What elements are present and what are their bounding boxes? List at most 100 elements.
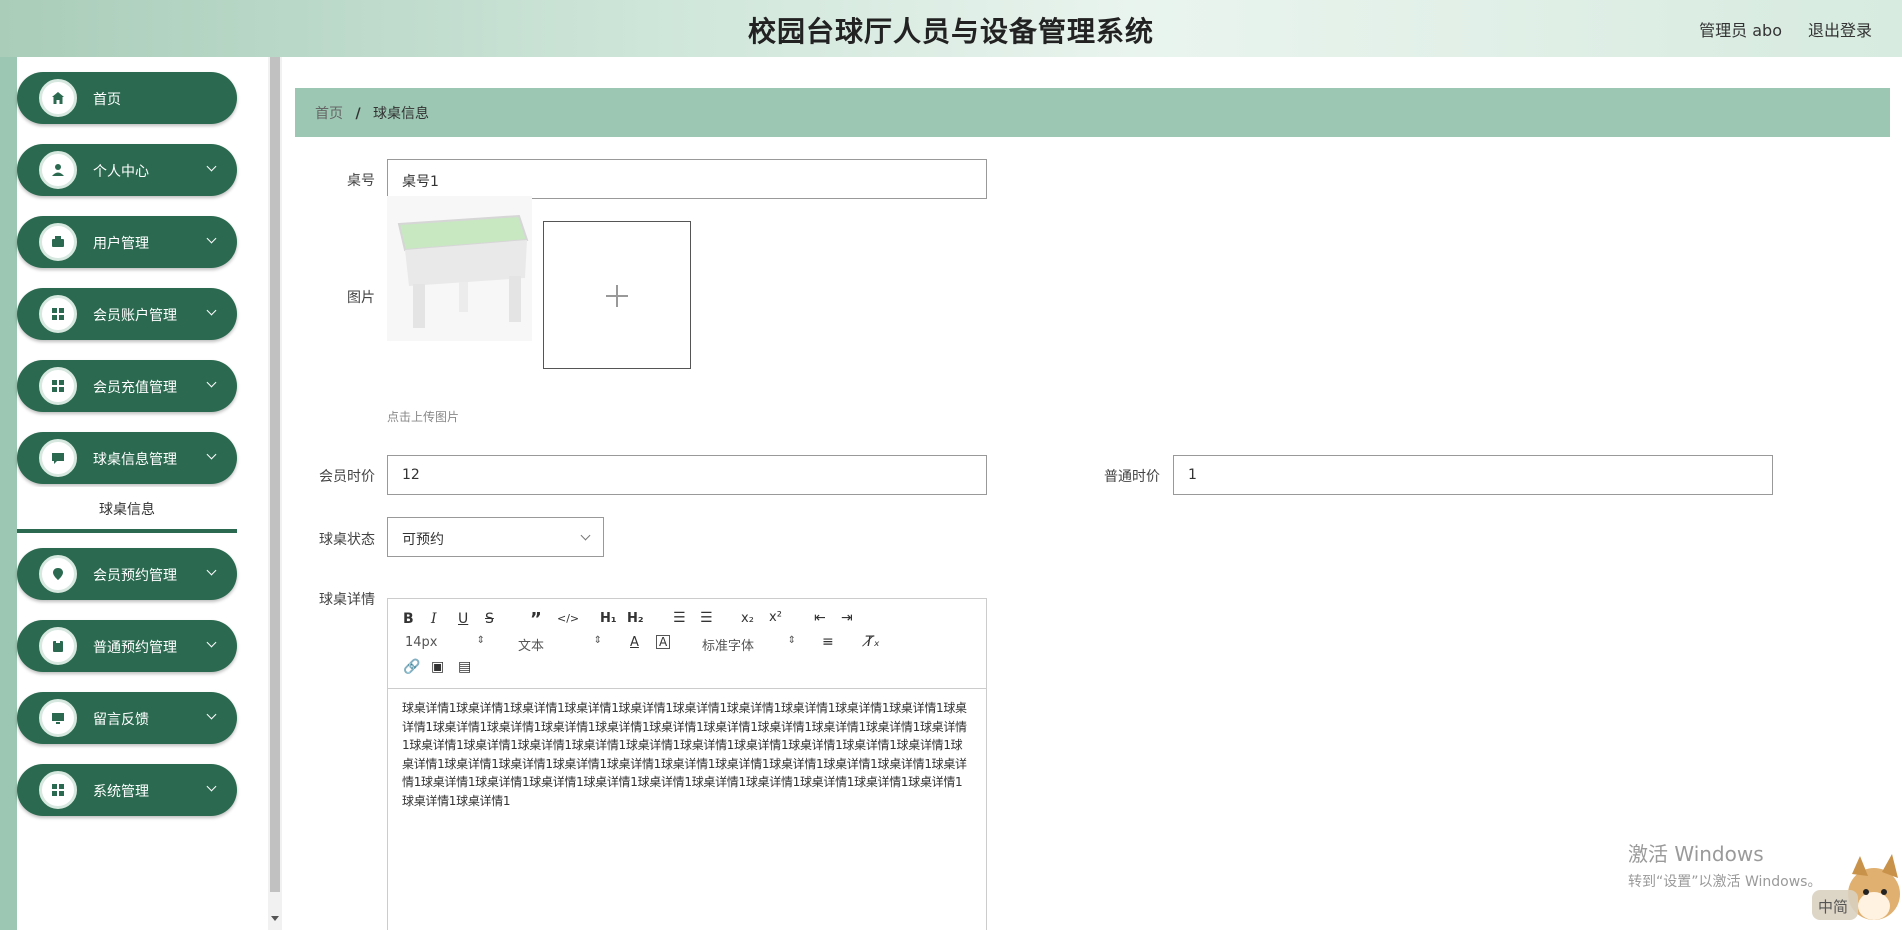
windows-activation-watermark: 激活 Windows 转到“设置”以激活 Windows。: [1628, 838, 1821, 891]
code-icon[interactable]: </>: [557, 612, 579, 625]
table-no-field[interactable]: 桌号1: [387, 159, 987, 199]
up-down-icon: ⇕: [787, 635, 796, 646]
chevron-down-icon: [206, 781, 217, 792]
sidebar-item-feedback[interactable]: 留言反馈: [17, 692, 237, 744]
status-select[interactable]: 可预约: [387, 517, 604, 557]
scrollbar-thumb[interactable]: [270, 57, 280, 892]
sidebar-item-system[interactable]: 系统管理: [17, 764, 237, 816]
detail-label: 球桌详情: [319, 592, 375, 608]
breadcrumb-current: 球桌信息: [373, 106, 430, 122]
strike-icon[interactable]: S: [485, 611, 494, 627]
grid-icon: [39, 367, 77, 405]
monitor-icon: [39, 699, 77, 737]
font-color-icon[interactable]: A: [630, 635, 639, 650]
chevron-down-icon: [206, 709, 217, 720]
format-select[interactable]: 文本 ⇕: [518, 635, 602, 654]
chevron-down-icon: [206, 305, 217, 316]
indent-icon[interactable]: ⇥: [841, 610, 853, 626]
admin-name: 管理员 abo: [1699, 21, 1782, 40]
sidebar-item-label: 系统管理: [93, 784, 149, 800]
upload-hint: 点击上传图片: [387, 410, 460, 424]
up-down-icon: ⇕: [476, 635, 485, 646]
dog-icon: [1812, 854, 1900, 920]
chevron-down-icon: [206, 565, 217, 576]
wallet-icon: [39, 223, 77, 261]
subscript-icon[interactable]: x₂: [741, 611, 754, 626]
image-upload-button[interactable]: [543, 221, 691, 369]
sidebar-item-label: 球桌信息管理: [93, 452, 177, 468]
sidebar-item-users[interactable]: 用户管理: [17, 216, 237, 268]
normal-price-label: 普通时价: [1104, 469, 1160, 485]
clear-format-icon[interactable]: T̸ₓ: [865, 634, 880, 650]
table-no-label: 桌号: [347, 173, 375, 189]
sidebar: 首页 个人中心 用户管理 会员账户管理 会员充值管理 球桌信息管理 球桌信息 会…: [17, 57, 239, 930]
sidebar-item-label: 个人中心: [93, 164, 149, 180]
font-size-select[interactable]: 14px ⇕: [405, 635, 485, 650]
blockquote-icon[interactable]: ”: [530, 609, 542, 630]
chevron-down-icon: [206, 377, 217, 388]
font-family-select[interactable]: 标准字体 ⇕: [702, 635, 796, 654]
mouse-pointer-icon: [1311, 624, 1325, 640]
breadcrumb-home[interactable]: 首页: [315, 106, 343, 122]
outdent-icon[interactable]: ⇤: [814, 610, 826, 626]
heading2-icon[interactable]: H₂: [627, 611, 644, 626]
italic-icon[interactable]: I: [431, 611, 437, 627]
message-icon: [39, 439, 77, 477]
rich-text-editor[interactable]: B I U S ” </> H₁ H₂ ☰ ☰ x₂ x² ⇤ ⇥ 14px ⇕…: [387, 598, 987, 930]
editor-content[interactable]: 球桌详情1球桌详情1球桌详情1球桌详情1球桌详情1球桌详情1球桌详情1球桌详情1…: [402, 699, 972, 810]
sidebar-item-label: 普通预约管理: [93, 640, 177, 656]
sidebar-item-label: 首页: [93, 92, 121, 108]
ime-dog-mascot[interactable]: 中简: [1812, 854, 1902, 930]
heading1-icon[interactable]: H₁: [600, 611, 617, 626]
ordered-list-icon[interactable]: ☰: [673, 610, 686, 626]
chevron-down-icon: [580, 530, 591, 541]
normal-price-field[interactable]: 1: [1173, 455, 1773, 495]
breadcrumb: 首页 / 球桌信息: [295, 88, 1890, 137]
logout-link[interactable]: 退出登录: [1808, 17, 1872, 41]
ime-label: 中简: [1818, 898, 1849, 916]
video-icon[interactable]: ▤: [458, 659, 471, 675]
sidebar-item-label: 会员充值管理: [93, 380, 177, 396]
sidebar-item-member-accounts[interactable]: 会员账户管理: [17, 288, 237, 340]
member-price-label: 会员时价: [319, 469, 375, 485]
font-size-value: 14px: [405, 635, 438, 650]
sidebar-item-profile[interactable]: 个人中心: [17, 144, 237, 196]
align-left-icon[interactable]: ≡: [822, 634, 834, 650]
image-icon[interactable]: ▣: [431, 659, 444, 675]
image-label: 图片: [347, 290, 375, 306]
member-price-field[interactable]: 12: [387, 455, 987, 495]
sidebar-item-label: 会员预约管理: [93, 568, 177, 584]
breadcrumb-separator: /: [355, 106, 361, 122]
chevron-down-icon: [206, 233, 217, 244]
billiard-table-icon: [397, 214, 529, 328]
sidebar-item-normal-booking[interactable]: 普通预约管理: [17, 620, 237, 672]
status-value: 可预约: [402, 532, 444, 548]
sidebar-item-label: 用户管理: [93, 236, 149, 252]
chevron-down-icon: [206, 637, 217, 648]
sidebar-item-home[interactable]: 首页: [17, 72, 237, 124]
up-down-icon: ⇕: [593, 635, 602, 646]
chevron-down-icon: [206, 161, 217, 172]
watermark-line1: 激活 Windows: [1628, 842, 1764, 866]
chevron-down-icon: [206, 449, 217, 460]
link-icon[interactable]: 🔗: [403, 659, 420, 675]
format-value: 文本: [518, 639, 545, 654]
clipboard-icon: [39, 627, 77, 665]
sidebar-item-label: 会员账户管理: [93, 308, 177, 324]
grid-icon: [39, 295, 77, 333]
home-icon: [39, 79, 77, 117]
scroll-down-arrow-icon[interactable]: [271, 916, 279, 921]
status-label: 球桌状态: [319, 532, 375, 548]
underline-icon[interactable]: U: [458, 611, 468, 627]
sidebar-item-member-recharge[interactable]: 会员充值管理: [17, 360, 237, 412]
bold-icon[interactable]: B: [403, 611, 414, 627]
submenu-table-info[interactable]: 球桌信息: [17, 487, 237, 533]
background-color-icon[interactable]: A: [656, 635, 671, 649]
sidebar-item-table-info[interactable]: 球桌信息管理: [17, 432, 237, 484]
user-icon: [39, 151, 77, 189]
bullet-list-icon[interactable]: ☰: [700, 610, 713, 626]
sidebar-item-label: 留言反馈: [93, 712, 149, 728]
superscript-icon[interactable]: x²: [769, 610, 782, 625]
header: 校园台球厅人员与设备管理系统 管理员 abo 退出登录: [0, 0, 1902, 57]
sidebar-item-member-booking[interactable]: 会员预约管理: [17, 548, 237, 600]
